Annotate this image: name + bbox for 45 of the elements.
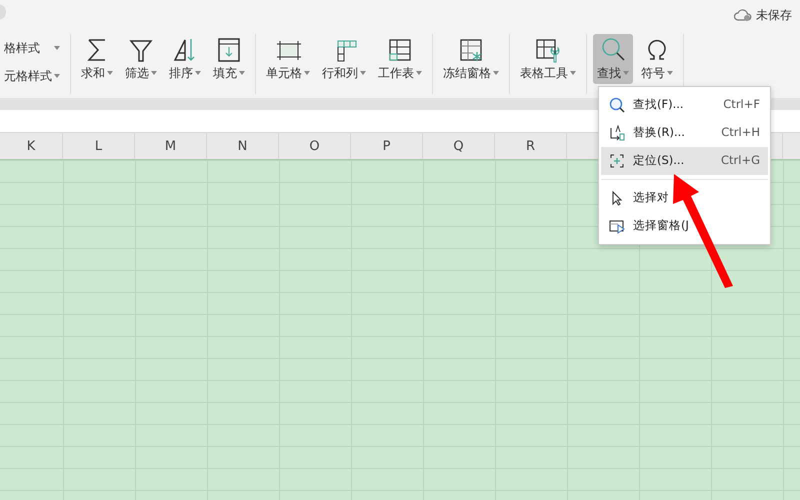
column-header[interactable]: N [207,133,279,159]
pane-icon [609,218,625,234]
caret-icon [107,71,113,75]
caret-icon [304,71,310,75]
column-header[interactable]: Q [423,133,495,159]
ribbon-button[interactable]: 单元格 [262,34,314,84]
menu-item[interactable]: 选择对 [601,184,768,212]
menu-item[interactable]: 选择窗格(J [601,212,768,240]
caret-icon [54,46,60,50]
caret-icon [416,71,422,75]
search-icon [609,97,625,113]
style-dropdown[interactable]: 元格样式 [0,65,64,87]
ribbon-button[interactable]: 符号 [637,34,677,84]
ribbon-button[interactable]: 表格工具 [516,34,580,84]
caret-icon [623,71,629,75]
menu-item[interactable]: 定位(S)... Ctrl+G [601,147,768,175]
column-header[interactable]: L [63,133,135,159]
ribbon-button[interactable]: 求和 [77,34,117,84]
caret-icon [151,71,157,75]
caret-icon [667,71,673,75]
style-dropdown[interactable]: 格样式 [0,37,64,59]
caret-icon [239,71,245,75]
save-status: 未保存 [756,7,792,24]
ribbon-button[interactable]: 冻结窗格 [439,34,503,84]
ribbon-button[interactable]: 查找 [593,34,633,84]
ribbon-button[interactable]: 工作表 [374,34,426,84]
ribbon-button[interactable]: 行和列 [318,34,370,84]
column-header[interactable]: M [135,133,207,159]
column-header[interactable]: P [351,133,423,159]
menu-item[interactable]: 替换(R)... Ctrl+H [601,119,768,147]
caret-icon [570,71,576,75]
column-header[interactable]: K [0,133,63,159]
cloud-icon [734,8,752,22]
caret-icon [54,74,60,78]
column-header[interactable]: O [279,133,351,159]
ribbon-button[interactable]: 填充 [209,34,249,84]
caret-icon [360,71,366,75]
replace-icon [609,125,625,141]
menu-item[interactable]: 查找(F)... Ctrl+F [601,91,768,119]
caret-icon [195,71,201,75]
ribbon-button[interactable]: 筛选 [121,34,161,84]
ribbon-button[interactable]: 排序 [165,34,205,84]
target-icon [609,153,625,169]
column-header[interactable]: R [495,133,567,159]
caret-icon [493,71,499,75]
